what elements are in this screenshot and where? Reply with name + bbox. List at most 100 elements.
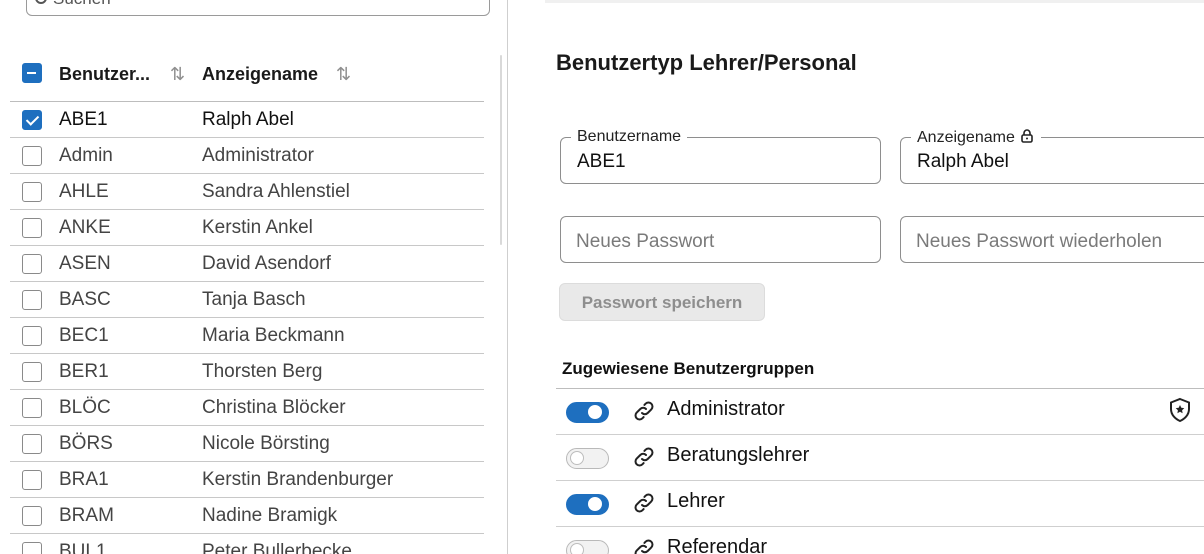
top-divider: [545, 0, 1204, 3]
table-row[interactable]: AHLE Sandra Ahlenstiel: [10, 174, 484, 210]
table-row[interactable]: ANKE Kerstin Ankel: [10, 210, 484, 246]
toggle-knob: [588, 405, 602, 419]
column-header-username[interactable]: Benutzer...: [59, 64, 150, 85]
cell-display-name: Tanja Basch: [202, 289, 306, 310]
search-input[interactable]: Suchen: [26, 0, 490, 16]
link-icon[interactable]: [632, 491, 656, 515]
username-field[interactable]: Benutzername ABE1: [560, 128, 881, 184]
cell-username: BASC: [59, 289, 111, 310]
group-label: Lehrer: [667, 490, 725, 512]
sort-icon[interactable]: ⇅: [170, 64, 185, 85]
group-label: Beratungslehrer: [667, 444, 810, 466]
cell-username: BRAM: [59, 505, 114, 526]
cell-display-name: Peter Bullerbecke: [202, 541, 352, 554]
table-row[interactable]: BASC Tanja Basch: [10, 282, 484, 318]
shield-star-icon: [1170, 397, 1190, 423]
cell-username: BLÖC: [59, 397, 111, 418]
select-all-checkbox[interactable]: [22, 63, 42, 83]
new-password-input[interactable]: Neues Passwort: [560, 216, 881, 263]
cell-username: AHLE: [59, 181, 109, 202]
toggle-knob: [570, 543, 584, 554]
table-header: Benutzer... ⇅ Anzeigename ⇅: [10, 52, 484, 102]
group-toggle[interactable]: [566, 540, 609, 554]
table-row[interactable]: BEC1 Maria Beckmann: [10, 318, 484, 354]
group-row: Referendar: [556, 527, 1204, 554]
lock-icon: [1021, 129, 1033, 143]
cell-username: ASEN: [59, 253, 111, 274]
table-row[interactable]: BRA1 Kerstin Brandenburger: [10, 462, 484, 498]
cell-display-name: Christina Blöcker: [202, 397, 346, 418]
row-checkbox[interactable]: [22, 146, 42, 166]
search-icon: [35, 0, 47, 4]
new-password-placeholder: Neues Passwort: [576, 231, 715, 252]
cell-username: ANKE: [59, 217, 111, 238]
cell-display-name: David Asendorf: [202, 253, 331, 274]
row-checkbox[interactable]: [22, 326, 42, 346]
column-header-display-name[interactable]: Anzeigename: [202, 64, 318, 85]
cell-username: BEC1: [59, 325, 109, 346]
row-checkbox[interactable]: [22, 290, 42, 310]
group-toggle[interactable]: [566, 448, 609, 469]
link-icon[interactable]: [632, 537, 656, 554]
toggle-knob: [570, 451, 584, 465]
row-checkbox[interactable]: [22, 434, 42, 454]
cell-display-name: Ralph Abel: [202, 109, 294, 130]
table-row[interactable]: Admin Administrator: [10, 138, 484, 174]
scrollbar[interactable]: [500, 55, 502, 245]
display-name-field[interactable]: Anzeigename Ralph Abel: [900, 128, 1204, 184]
cell-display-name: Kerstin Ankel: [202, 217, 313, 238]
table-row[interactable]: ASEN David Asendorf: [10, 246, 484, 282]
cell-display-name: Nicole Börsting: [202, 433, 330, 454]
cell-username: BRA1: [59, 469, 109, 490]
repeat-password-input[interactable]: Neues Passwort wiederholen: [900, 216, 1204, 263]
row-checkbox[interactable]: [22, 110, 42, 130]
table-row[interactable]: BLÖC Christina Blöcker: [10, 390, 484, 426]
link-icon[interactable]: [632, 399, 656, 423]
table-row[interactable]: ABE1 Ralph Abel: [10, 102, 484, 138]
group-toggle[interactable]: [566, 402, 609, 423]
table-row[interactable]: BÖRS Nicole Börsting: [10, 426, 484, 462]
table-row[interactable]: BER1 Thorsten Berg: [10, 354, 484, 390]
cell-display-name: Administrator: [202, 145, 314, 166]
group-label: Referendar: [667, 536, 768, 554]
cell-display-name: Thorsten Berg: [202, 361, 323, 382]
cell-username: BER1: [59, 361, 109, 382]
row-checkbox[interactable]: [22, 218, 42, 238]
row-checkbox[interactable]: [22, 254, 42, 274]
repeat-password-placeholder: Neues Passwort wiederholen: [916, 231, 1163, 252]
search-placeholder: Suchen: [53, 0, 111, 9]
username-label: Benutzername: [571, 128, 688, 146]
toggle-knob: [588, 497, 602, 511]
group-row: Lehrer: [556, 481, 1204, 527]
username-value: ABE1: [577, 151, 626, 172]
display-name-label-wrap: Anzeigename: [911, 128, 1041, 147]
cell-username: Admin: [59, 145, 113, 166]
group-label: Administrator: [667, 398, 785, 420]
link-icon[interactable]: [632, 445, 656, 469]
display-name-value: Ralph Abel: [917, 151, 1009, 172]
group-row: Beratungslehrer: [556, 435, 1204, 481]
cell-display-name: Nadine Bramigk: [202, 505, 338, 526]
save-password-button[interactable]: Passwort speichern: [559, 283, 765, 321]
cell-username: BUL1: [59, 541, 107, 554]
table-row[interactable]: BUL1 Peter Bullerbecke: [10, 534, 484, 554]
cell-username: ABE1: [59, 109, 108, 130]
table-row[interactable]: BRAM Nadine Bramigk: [10, 498, 484, 534]
groups-title: Zugewiesene Benutzergruppen: [562, 359, 815, 378]
group-toggle[interactable]: [566, 494, 609, 515]
cell-display-name: Kerstin Brandenburger: [202, 469, 394, 490]
group-row: Administrator: [556, 389, 1204, 435]
cell-display-name: Sandra Ahlenstiel: [202, 181, 350, 202]
sort-icon[interactable]: ⇅: [336, 64, 351, 85]
cell-display-name: Maria Beckmann: [202, 325, 345, 346]
row-checkbox[interactable]: [22, 470, 42, 490]
row-checkbox[interactable]: [22, 398, 42, 418]
row-checkbox[interactable]: [22, 182, 42, 202]
row-checkbox[interactable]: [22, 506, 42, 526]
user-list-panel: Suchen Benutzer... ⇅ Anzeigename ⇅ ABE1 R…: [0, 0, 508, 554]
row-checkbox[interactable]: [22, 542, 42, 554]
display-name-label: Anzeigename: [917, 129, 1015, 146]
row-checkbox[interactable]: [22, 362, 42, 382]
page-title: Benutzertyp Lehrer/Personal: [556, 50, 857, 75]
cell-username: BÖRS: [59, 433, 113, 454]
